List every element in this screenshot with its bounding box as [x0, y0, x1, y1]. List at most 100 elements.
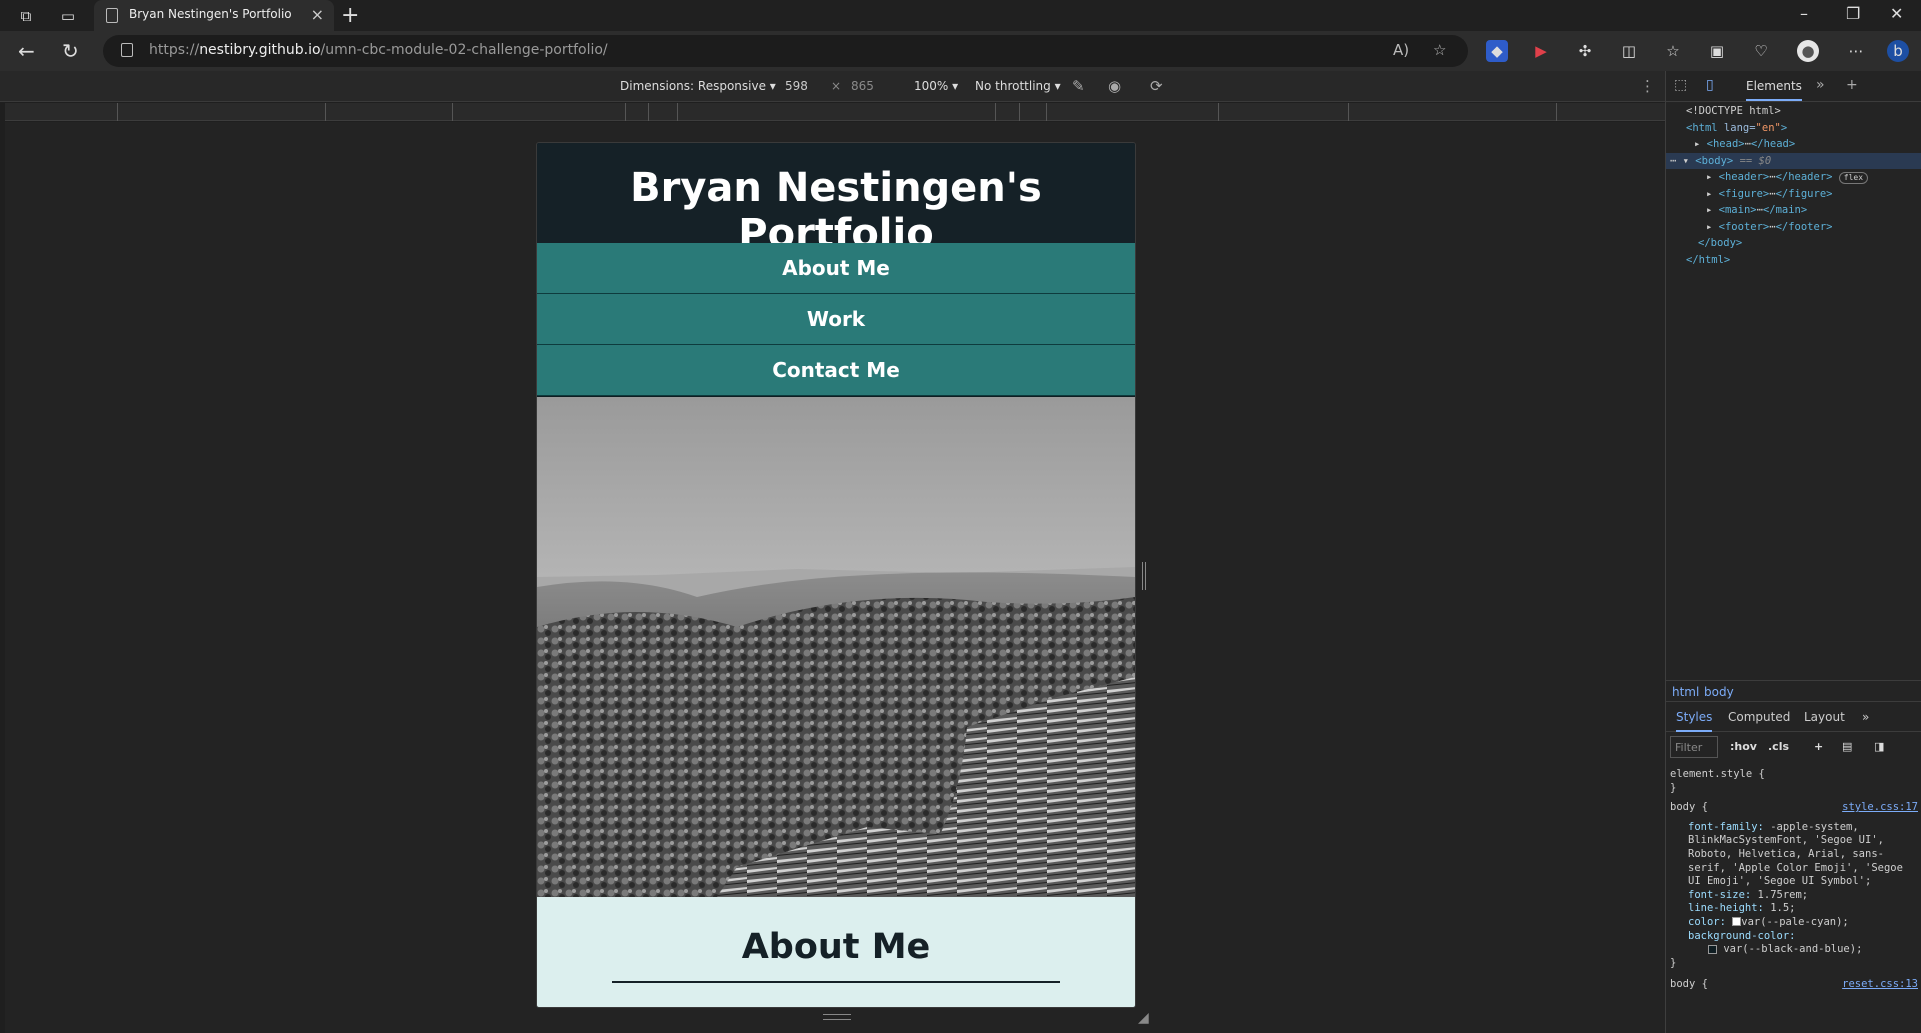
hov-button[interactable]: :hov [1730, 740, 1757, 753]
dom-head[interactable]: ▸ <head>⋯</head> [1666, 136, 1921, 153]
color-swatch[interactable] [1732, 917, 1742, 927]
site-header: Bryan Nestingen's Portfolio [537, 143, 1135, 257]
decl-line-height[interactable]: line-height: 1.5; [1670, 902, 1918, 916]
add-tab-icon[interactable]: + [1846, 77, 1858, 93]
close-brace-2: } [1670, 956, 1677, 969]
tab-styles[interactable]: Styles [1676, 710, 1713, 732]
device-toolbar: Dimensions: Responsive ▾ 598 × 865 100% … [0, 71, 1665, 102]
filter-input[interactable]: Filter [1670, 736, 1718, 758]
cls-button[interactable]: .cls [1768, 740, 1789, 753]
restore-icon[interactable]: ❐ [1846, 4, 1860, 23]
close-brace: } [1670, 781, 1677, 794]
read-aloud-icon[interactable]: A) [1393, 41, 1409, 59]
browser-toolbar: ← ↻ https://nestibry.github.io/umn-cbc-m… [0, 31, 1921, 71]
more-icon[interactable]: ⋯ [1845, 40, 1867, 62]
element-style-rule[interactable]: element.style { [1670, 768, 1918, 782]
height-input[interactable]: 865 [851, 79, 874, 93]
dom-html-close[interactable]: </html> [1666, 252, 1921, 269]
resize-height-handle[interactable] [823, 1014, 851, 1020]
times-sign: × [831, 79, 842, 93]
dom-html[interactable]: <html lang="en"> [1666, 120, 1921, 137]
devtools-tabs: ⬚ ▯ Elements » + [1666, 71, 1921, 102]
collections-icon[interactable]: ▣ [1706, 40, 1728, 62]
decl-background-value[interactable]: var(--black-and-blue); [1670, 943, 1918, 957]
decl-color[interactable]: color: var(--pale-cyan); [1670, 916, 1918, 930]
flex-badge[interactable]: flex [1838, 172, 1869, 184]
decl-font-family[interactable]: font-family: -apple-system, BlinkMacSyst… [1670, 821, 1918, 889]
new-tab-button[interactable]: + [341, 3, 359, 28]
dom-header[interactable]: ▸ <header>⋯</header> flex [1666, 169, 1921, 186]
extension-video-icon[interactable]: ▶ [1530, 40, 1552, 62]
url-text[interactable]: https://nestibry.github.io/umn-cbc-modul… [149, 42, 608, 58]
crumb-body[interactable]: body [1704, 685, 1734, 699]
styles-filter-bar: Filter :hov .cls + ▤ ◨ [1666, 732, 1921, 762]
bg-swatch[interactable] [1708, 944, 1717, 954]
hero-mountain-image [537, 397, 1135, 897]
resize-corner-handle[interactable]: ◢ [1138, 1010, 1149, 1026]
close-window-icon[interactable]: ✕ [1890, 4, 1903, 23]
styles-pane: element.style { } body {style.css:17 fon… [1670, 768, 1918, 992]
close-tab-icon[interactable]: × [311, 5, 324, 24]
tab-layout[interactable]: Layout [1804, 710, 1845, 724]
dom-body[interactable]: ⋯ ▾ <body> == $0 [1666, 152, 1921, 169]
dom-main[interactable]: ▸ <main>⋯</main> [1666, 202, 1921, 219]
dom-footer[interactable]: ▸ <footer>⋯</footer> [1666, 219, 1921, 236]
dom-figure[interactable]: ▸ <figure>⋯</figure> [1666, 186, 1921, 203]
decl-font-size[interactable]: font-size: 1.75rem; [1670, 889, 1918, 903]
about-heading: About Me [741, 927, 931, 967]
body-rule-header-2[interactable]: body {reset.css:13 [1670, 978, 1918, 992]
width-input[interactable]: 598 [785, 79, 808, 93]
tab-computed[interactable]: Computed [1728, 710, 1790, 724]
minimize-icon[interactable]: – [1800, 4, 1808, 23]
address-bar[interactable]: https://nestibry.github.io/umn-cbc-modul… [103, 35, 1468, 67]
paint-icon[interactable]: ▤ [1842, 740, 1852, 753]
new-rule-icon[interactable]: + [1814, 740, 1823, 753]
sensors-icon[interactable]: ◉ [1108, 77, 1121, 95]
workspaces-icon[interactable]: ⧉ [16, 6, 36, 26]
extension-shield-icon[interactable]: ◆ [1486, 40, 1508, 62]
device-more-icon[interactable]: ⋮ [1640, 77, 1655, 95]
dom-doctype[interactable]: <!DOCTYPE html> [1666, 103, 1921, 120]
zoom-dropdown[interactable]: 100% ▾ [914, 79, 958, 93]
tab-elements[interactable]: Elements [1746, 79, 1802, 101]
copilot-icon[interactable]: b [1887, 40, 1909, 62]
favorites-icon[interactable]: ☆ [1662, 40, 1684, 62]
dom-body-close[interactable]: </body> [1666, 235, 1921, 252]
split-screen-icon[interactable]: ◫ [1618, 40, 1640, 62]
site-nav: About Me Work Contact Me [537, 243, 1135, 396]
breadcrumb: html body [1666, 680, 1921, 702]
emulated-page: Bryan Nestingen's Portfolio About Me Wor… [536, 142, 1136, 1008]
style-css-link[interactable]: style.css:17 [1842, 801, 1918, 815]
media-query-ruler[interactable] [5, 103, 1665, 121]
extensions-icon[interactable]: ✣ [1574, 40, 1596, 62]
eyedropper-icon[interactable]: ✎ [1072, 77, 1085, 95]
nav-work[interactable]: Work [537, 294, 1135, 345]
sidebar-toggle-icon[interactable]: ◨ [1874, 740, 1884, 753]
dimensions-dropdown[interactable]: Dimensions: Responsive ▾ [620, 79, 776, 93]
resize-width-handle[interactable] [1142, 562, 1146, 590]
more-subtabs-icon[interactable]: » [1862, 710, 1869, 724]
nav-contact-me[interactable]: Contact Me [537, 345, 1135, 396]
decl-background-color[interactable]: background-color: [1670, 930, 1918, 944]
profile-icon[interactable]: ● [1797, 40, 1819, 62]
devtools-panel: ⬚ ▯ Elements » + <!DOCTYPE html> <html l… [1665, 71, 1921, 1033]
rotate-icon[interactable]: ⟳ [1150, 77, 1163, 95]
about-section: About Me [537, 897, 1135, 1007]
back-icon[interactable]: ← [18, 39, 35, 63]
lock-icon[interactable] [121, 43, 133, 57]
more-tabs-icon[interactable]: » [1816, 77, 1825, 93]
browser-essentials-icon[interactable]: ♡ [1750, 40, 1772, 62]
styles-subtabs: Styles Computed Layout » [1666, 702, 1921, 732]
nav-about-me[interactable]: About Me [537, 243, 1135, 294]
body-rule-header[interactable]: body {style.css:17 [1670, 801, 1918, 815]
favorite-star-icon[interactable]: ☆ [1433, 41, 1446, 59]
active-tab[interactable]: Bryan Nestingen's Portfolio × [94, 0, 334, 31]
crumb-html[interactable]: html [1672, 685, 1699, 699]
throttling-dropdown[interactable]: No throttling ▾ [975, 79, 1061, 93]
tab-actions-icon[interactable]: ▭ [58, 6, 78, 26]
inspect-icon[interactable]: ⬚ [1674, 77, 1687, 93]
refresh-icon[interactable]: ↻ [62, 39, 79, 63]
dom-tree: <!DOCTYPE html> <html lang="en"> ▸ <head… [1666, 103, 1921, 268]
reset-css-link[interactable]: reset.css:13 [1842, 978, 1918, 992]
device-toggle-icon[interactable]: ▯ [1706, 77, 1714, 93]
